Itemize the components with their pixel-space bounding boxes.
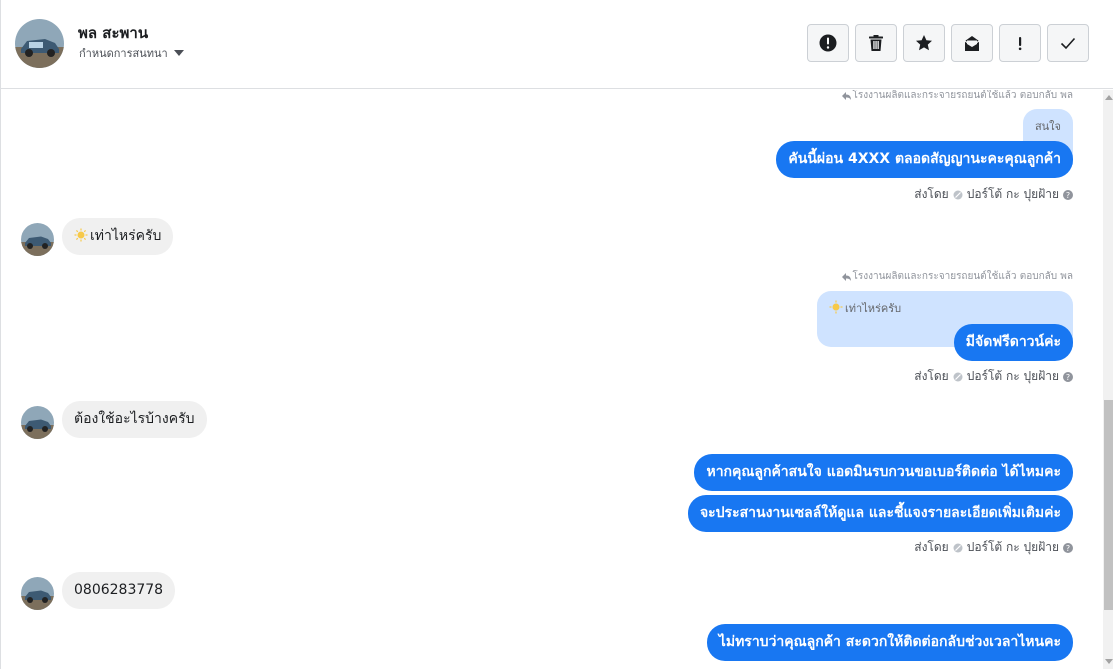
outgoing-message[interactable]: ไม่ทราบว่าคุณลูกค้า สะดวกให้ติดต่อกลับช่…	[706, 624, 1073, 661]
page-badge-icon	[953, 543, 963, 552]
sender-name[interactable]: ปอร์โต้ กะ ปุยฝ้าย	[967, 185, 1059, 204]
outgoing-message[interactable]: มีจัดฟรีดาวน์ค่ะ	[953, 324, 1073, 361]
help-icon[interactable]: ?	[1063, 371, 1073, 382]
incoming-message[interactable]: 0806283778	[62, 572, 176, 609]
svg-text:?: ?	[1066, 544, 1070, 553]
help-icon[interactable]: ?	[1063, 189, 1073, 200]
sent-by-line: ส่งโดย ปอร์โต้ กะ ปุยฝ้าย ?	[914, 538, 1073, 557]
sent-by-label: ส่งโดย	[914, 540, 949, 554]
sun-emoji-icon	[829, 300, 843, 314]
mark-unread-button[interactable]	[951, 24, 993, 62]
mark-done-button[interactable]	[1047, 24, 1089, 62]
caret-down-icon	[173, 50, 184, 56]
contact-avatar-small[interactable]	[21, 577, 54, 610]
contact-avatar-small[interactable]	[21, 223, 54, 256]
incoming-message[interactable]: ต้องใช้อะไรบ้างครับ	[62, 401, 207, 438]
incoming-message[interactable]: เท่าไหร่ครับ	[62, 218, 174, 255]
exclamation-icon	[1018, 37, 1022, 51]
conversation-header: พล สะพาน กำหนดการสนทนา	[1, 0, 1113, 89]
envelope-icon	[964, 36, 980, 51]
sent-by-line: ส่งโดย ปอร์โต้ กะ ปุยฝ้าย ?	[914, 367, 1073, 386]
message-thread[interactable]: โรงงานผลิตและกระจายรถยนต์ใช้แล้ว ตอบกลับ…	[1, 90, 1103, 669]
conversation-window: พล สะพาน กำหนดการสนทนา โรงงานผลิตและกระจ…	[0, 0, 1113, 669]
scroll-thumb[interactable]	[1104, 400, 1113, 610]
follow-up-button[interactable]	[999, 24, 1041, 62]
alert-circle-icon	[819, 34, 837, 52]
assign-conversation-dropdown[interactable]: กำหนดการสนทนา	[79, 44, 184, 62]
outgoing-message[interactable]: หากคุณลูกค้าสนใจ แอดมินรบกวนขอเบอร์ติดต่…	[694, 454, 1073, 491]
contact-avatar[interactable]	[15, 19, 64, 68]
contact-avatar-small[interactable]	[21, 406, 54, 439]
star-button[interactable]	[903, 24, 945, 62]
help-icon[interactable]: ?	[1063, 542, 1073, 553]
page-badge-icon	[953, 190, 963, 199]
assign-label: กำหนดการสนทนา	[79, 47, 168, 60]
thread-scrollbar[interactable]	[1103, 90, 1113, 669]
spam-button[interactable]	[807, 24, 849, 62]
sent-by-label: ส่งโดย	[914, 187, 949, 201]
sender-name[interactable]: ปอร์โต้ กะ ปุยฝ้าย	[967, 538, 1059, 557]
sent-by-line: ส่งโดย ปอร์โต้ กะ ปุยฝ้าย ?	[914, 185, 1073, 204]
contact-name[interactable]: พล สะพาน	[78, 21, 148, 45]
check-icon	[1060, 37, 1076, 50]
outgoing-message[interactable]: จะประสานงานเซลล์ให้ดูแล และชี้แจงรายละเอ…	[687, 495, 1073, 532]
trash-icon	[869, 35, 883, 51]
sent-by-label: ส่งโดย	[914, 369, 949, 383]
reply-note: โรงงานผลิตและกระจายรถยนต์ใช้แล้ว ตอบกลับ…	[841, 90, 1073, 103]
sender-name[interactable]: ปอร์โต้ กะ ปุยฝ้าย	[967, 367, 1059, 386]
reply-arrow-icon	[841, 272, 851, 281]
sun-emoji-icon	[74, 228, 88, 242]
outgoing-message[interactable]: คันนี้ผ่อน 4XXX ตลอดสัญญานะคะคุณลูกค้า	[776, 141, 1073, 178]
scroll-up-arrow-icon[interactable]	[1105, 95, 1113, 100]
scroll-down-arrow-icon[interactable]	[1105, 659, 1113, 664]
star-icon	[916, 35, 932, 51]
svg-text:?: ?	[1066, 191, 1070, 200]
svg-text:?: ?	[1066, 373, 1070, 382]
delete-button[interactable]	[855, 24, 897, 62]
page-badge-icon	[953, 372, 963, 381]
conversation-toolbar	[807, 24, 1089, 62]
reply-note: โรงงานผลิตและกระจายรถยนต์ใช้แล้ว ตอบกลับ…	[841, 269, 1073, 284]
reply-arrow-icon	[841, 91, 851, 100]
